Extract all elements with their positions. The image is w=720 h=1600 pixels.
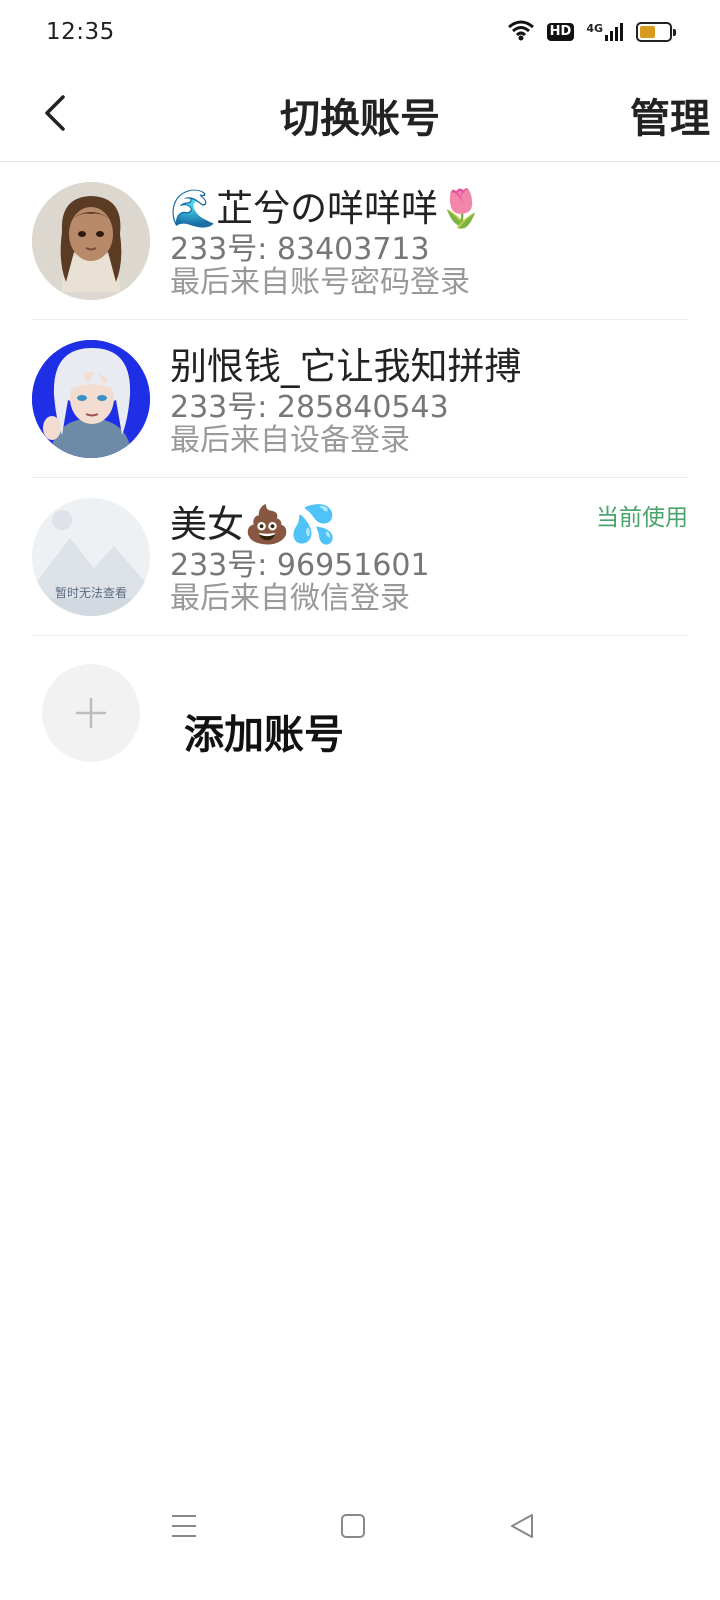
manage-button[interactable]: 管理 (630, 86, 710, 144)
account-texts: 别恨钱_它让我知拼搏 233号: 285840543 最后来自设备登录 (170, 342, 688, 458)
account-last-login: 最后来自设备登录 (170, 423, 410, 458)
add-account-label: 添加账号 (184, 712, 344, 758)
avatar-image (32, 340, 150, 458)
account-name: 🌊芷兮の咩咩咩🌷 (170, 187, 485, 230)
network-type: 4G (586, 22, 603, 35)
account-id: 233号: 285840543 (170, 390, 449, 425)
status-icons: HD 4G (507, 19, 676, 45)
avatar-image (32, 182, 150, 300)
home-button[interactable] (333, 1506, 373, 1546)
account-texts: 🌊芷兮の咩咩咩🌷 233号: 83403713 最后来自账号密码登录 (170, 184, 688, 300)
current-account-badge: 当前使用 (596, 505, 688, 531)
menu-button[interactable] (164, 1506, 204, 1546)
back-system-button[interactable] (502, 1506, 542, 1546)
page-title: 切换账号 (280, 96, 440, 142)
header: 切换账号 管理 (0, 64, 720, 162)
plus-icon (76, 698, 106, 728)
account-last-login: 最后来自微信登录 (170, 581, 410, 616)
account-name: 别恨钱_它让我知拼搏 (170, 345, 522, 388)
avatar: 暂时无法查看 (32, 498, 150, 616)
hd-badge: HD (546, 23, 575, 41)
system-nav-bar (0, 1490, 720, 1560)
signal-icon: 4G (586, 22, 624, 42)
battery-icon (636, 22, 676, 42)
wifi-icon (507, 19, 535, 45)
account-last-login: 最后来自账号密码登录 (170, 265, 470, 300)
account-item-current[interactable]: 暂时无法查看 美女💩💦 233号: 96951601 最后来自微信登录 当前使用 (32, 478, 688, 636)
account-item[interactable]: 🌊芷兮の咩咩咩🌷 233号: 83403713 最后来自账号密码登录 (32, 162, 688, 320)
avatar (32, 182, 150, 300)
add-account-row[interactable]: 添加账号 (0, 664, 720, 764)
triangle-back-icon (511, 1514, 533, 1538)
status-bar: 12:35 HD 4G (0, 0, 720, 64)
account-id: 233号: 96951601 (170, 548, 430, 583)
account-item[interactable]: 别恨钱_它让我知拼搏 233号: 285840543 最后来自设备登录 (32, 320, 688, 478)
status-time: 12:35 (46, 19, 115, 45)
add-account-button[interactable] (42, 664, 140, 762)
avatar (32, 340, 150, 458)
account-list: 🌊芷兮の咩咩咩🌷 233号: 83403713 最后来自账号密码登录 别恨钱_它… (0, 162, 720, 636)
menu-icon (172, 1515, 196, 1537)
square-home-icon (341, 1514, 365, 1538)
battery-level (640, 26, 656, 38)
account-id: 233号: 83403713 (170, 232, 430, 267)
avatar-caption: 暂时无法查看 (54, 586, 127, 600)
